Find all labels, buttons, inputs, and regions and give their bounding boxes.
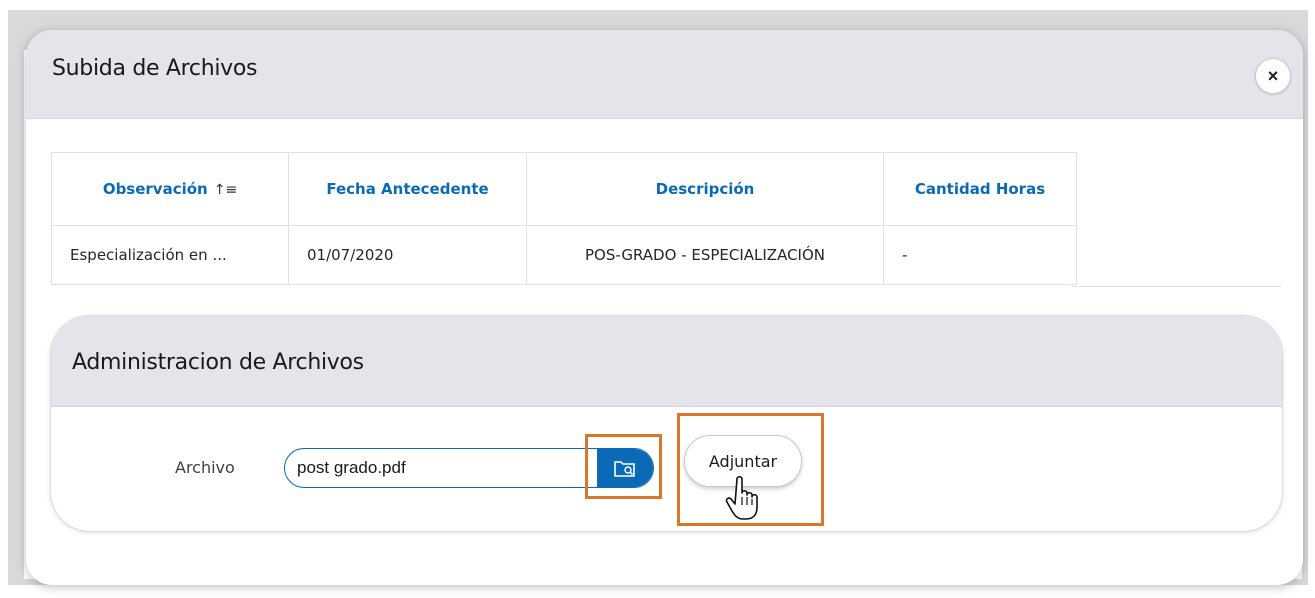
- records-table: Observación ↑≡ Fecha Antecedente Descripc…: [51, 152, 1077, 285]
- file-input[interactable]: post grado.pdf: [284, 448, 654, 488]
- browse-button[interactable]: [597, 449, 653, 487]
- column-header-label: Fecha Antecedente: [326, 180, 489, 198]
- close-icon: ×: [1267, 65, 1279, 86]
- table-row: Especialización en ... 01/07/2020 POS-GR…: [51, 225, 1077, 285]
- column-header-label: Observación: [102, 180, 208, 198]
- table-cell: 01/07/2020: [288, 225, 527, 285]
- region-title: Administracion de Archivos: [72, 350, 364, 375]
- column-header-observacion[interactable]: Observación ↑≡: [51, 152, 289, 226]
- table-divider: [1071, 286, 1281, 287]
- column-header-descripcion[interactable]: Descripción: [526, 152, 884, 226]
- file-input-value: post grado.pdf: [297, 458, 406, 477]
- dialog-title: Subida de Archivos: [52, 56, 258, 81]
- folder-search-icon: [614, 461, 635, 477]
- region-header: Administracion de Archivos: [51, 316, 1282, 407]
- column-header-fecha-antecedente[interactable]: Fecha Antecedente: [288, 152, 527, 226]
- column-header-label: Cantidad Horas: [914, 180, 1046, 198]
- close-button[interactable]: ×: [1255, 58, 1291, 94]
- table-cell: Especialización en ...: [51, 225, 289, 285]
- files-region: Administracion de Archivos Archivo post …: [50, 315, 1283, 532]
- file-field-label: Archivo: [175, 458, 235, 477]
- sort-ascending-icon: ↑≡: [213, 182, 238, 198]
- table-cell: -: [883, 225, 1077, 285]
- dialog-header: Subida de Archivos ×: [26, 30, 1303, 119]
- column-header-label: Descripción: [655, 180, 755, 198]
- upload-dialog: Subida de Archivos × Observación ↑≡ Fecha…: [26, 30, 1303, 585]
- hand-pointer-icon: [725, 475, 758, 520]
- table-header-row: Observación ↑≡ Fecha Antecedente Descripc…: [51, 152, 1077, 226]
- column-header-cantidad-horas[interactable]: Cantidad Horas: [883, 152, 1077, 226]
- table-cell: POS-GRADO - ESPECIALIZACIÓN: [526, 225, 884, 285]
